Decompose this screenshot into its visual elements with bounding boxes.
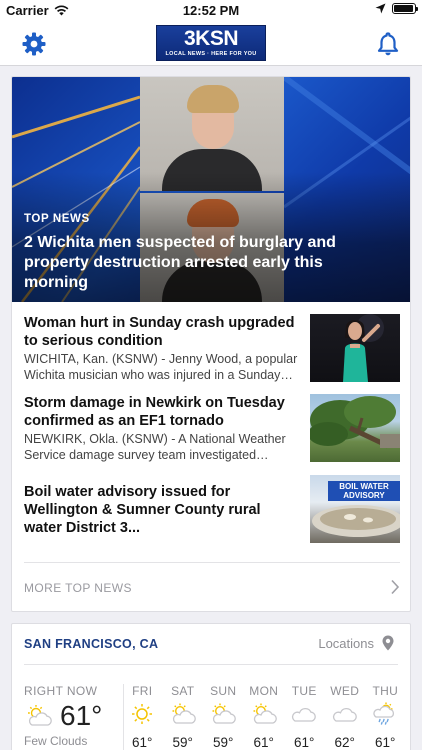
day-label: THU bbox=[372, 684, 399, 698]
status-time: 12:52 PM bbox=[182, 3, 240, 18]
story-thumbnail[interactable] bbox=[310, 394, 400, 462]
day-temperature: 61° bbox=[132, 735, 153, 750]
bell-icon[interactable] bbox=[375, 31, 401, 57]
cloud-icon bbox=[332, 707, 357, 722]
weather-location[interactable]: SAN FRANCISCO, CA bbox=[24, 637, 158, 651]
day-temperature: 62° bbox=[334, 735, 355, 750]
logo-text: KSN bbox=[195, 27, 239, 50]
gear-icon[interactable] bbox=[21, 31, 47, 57]
current-label: RIGHT NOW bbox=[24, 684, 98, 698]
cloud-icon bbox=[292, 707, 317, 722]
story-title[interactable]: Storm damage in Newkirk on Tuesday confi… bbox=[24, 394, 302, 430]
boil-water-caption: BOIL WATER ADVISORY bbox=[328, 481, 400, 501]
day-temperature: 61° bbox=[294, 735, 315, 750]
day-label: WED bbox=[330, 684, 360, 698]
fallen-tree-photo bbox=[310, 396, 400, 449]
story-item[interactable]: Woman hurt in Sunday crash upgraded to s… bbox=[24, 314, 400, 382]
story-text: Boil water advisory issued for Wellingto… bbox=[24, 483, 302, 537]
map-pin-icon[interactable] bbox=[382, 635, 394, 651]
locations-button[interactable]: Locations bbox=[318, 635, 394, 651]
forecast-day[interactable]: THU 61° bbox=[365, 684, 406, 750]
more-top-news-link[interactable]: MORE TOP NEWS bbox=[24, 562, 400, 611]
hero-kicker: TOP NEWS bbox=[24, 213, 90, 225]
status-right bbox=[375, 3, 418, 14]
day-label: TUE bbox=[291, 684, 317, 698]
story-item[interactable]: Storm damage in Newkirk on Tuesday confi… bbox=[24, 394, 400, 462]
day-label: FRI bbox=[132, 684, 153, 698]
story-text: Storm damage in Newkirk on Tuesday confi… bbox=[24, 394, 302, 463]
logo-tagline: LOCAL NEWS · HERE FOR YOU bbox=[165, 51, 257, 57]
forecast-day[interactable]: WED 62° bbox=[325, 684, 366, 750]
partly-cloudy-icon bbox=[28, 705, 52, 726]
forecast-day[interactable]: SAT 59° bbox=[163, 684, 204, 750]
locations-label[interactable]: Locations bbox=[318, 636, 374, 651]
forecast-day[interactable]: TUE 61° bbox=[284, 684, 325, 750]
story-title[interactable]: Boil water advisory issued for Wellingto… bbox=[24, 483, 302, 537]
singer-photo bbox=[343, 314, 384, 382]
battery-level bbox=[394, 5, 413, 12]
day-temperature: 61° bbox=[375, 735, 396, 750]
weather-card: SAN FRANCISCO, CA Locations RIGHT NOW 61… bbox=[11, 623, 411, 750]
current-condition: Few Clouds bbox=[24, 734, 88, 748]
weather-divider bbox=[24, 664, 398, 665]
top-news-card: TOP NEWS 2 Wichita men suspected of burg… bbox=[11, 76, 411, 612]
hero-headline[interactable]: 2 Wichita men suspected of burglary and … bbox=[24, 233, 384, 293]
forecast-day[interactable]: SUN 59° bbox=[203, 684, 244, 750]
more-top-news-label[interactable]: MORE TOP NEWS bbox=[24, 581, 132, 595]
forecast-day[interactable]: MON 61° bbox=[244, 684, 285, 750]
logo-number: 3 bbox=[183, 27, 196, 50]
sun-icon bbox=[132, 704, 153, 724]
day-temperature: 61° bbox=[253, 735, 274, 750]
current-row: 61° bbox=[24, 700, 116, 732]
location-arrow-icon bbox=[375, 3, 386, 14]
forecast-days: FRI 61° SAT 59° SUN 59° MON 61° TUE 61° … bbox=[122, 684, 410, 750]
forecast-day[interactable]: FRI 61° bbox=[122, 684, 163, 750]
station-logo: 3KSN LOCAL NEWS · HERE FOR YOU bbox=[156, 25, 266, 61]
partly-cloudy-icon bbox=[212, 703, 237, 724]
hero-story[interactable]: TOP NEWS 2 Wichita men suspected of burg… bbox=[12, 77, 410, 302]
day-label: SUN bbox=[210, 684, 237, 698]
story-title[interactable]: Woman hurt in Sunday crash upgraded to s… bbox=[24, 314, 302, 350]
nav-bar: 3KSN LOCAL NEWS · HERE FOR YOU bbox=[0, 22, 422, 66]
partly-cloudy-icon bbox=[172, 703, 196, 724]
story-summary: WICHITA, Kan. (KSNW) - Jenny Wood, a pop… bbox=[24, 352, 298, 382]
mugshot-hair bbox=[187, 85, 239, 113]
story-text: Woman hurt in Sunday crash upgraded to s… bbox=[24, 314, 302, 383]
status-bar: Carrier 12:52 PM bbox=[0, 0, 422, 22]
day-temperature: 59° bbox=[213, 735, 234, 750]
chevron-right-icon[interactable] bbox=[390, 579, 400, 595]
rain-icon bbox=[373, 702, 395, 725]
current-conditions[interactable]: RIGHT NOW 61° Few Clouds bbox=[24, 684, 116, 748]
story-summary: NEWKIRK, Okla. (KSNW) - A National Weath… bbox=[24, 432, 286, 462]
partly-cloudy-icon bbox=[253, 703, 277, 724]
day-label: SAT bbox=[171, 684, 195, 698]
day-temperature: 59° bbox=[172, 735, 193, 750]
current-temperature: 61° bbox=[60, 700, 103, 731]
day-label: MON bbox=[249, 684, 279, 698]
story-thumbnail[interactable]: BOIL WATER ADVISORY bbox=[310, 475, 400, 543]
logo-wordmark: 3KSN bbox=[183, 27, 239, 50]
story-item[interactable]: Boil water advisory issued for Wellingto… bbox=[24, 475, 400, 543]
battery-icon bbox=[392, 3, 418, 14]
story-thumbnail[interactable] bbox=[310, 314, 400, 382]
